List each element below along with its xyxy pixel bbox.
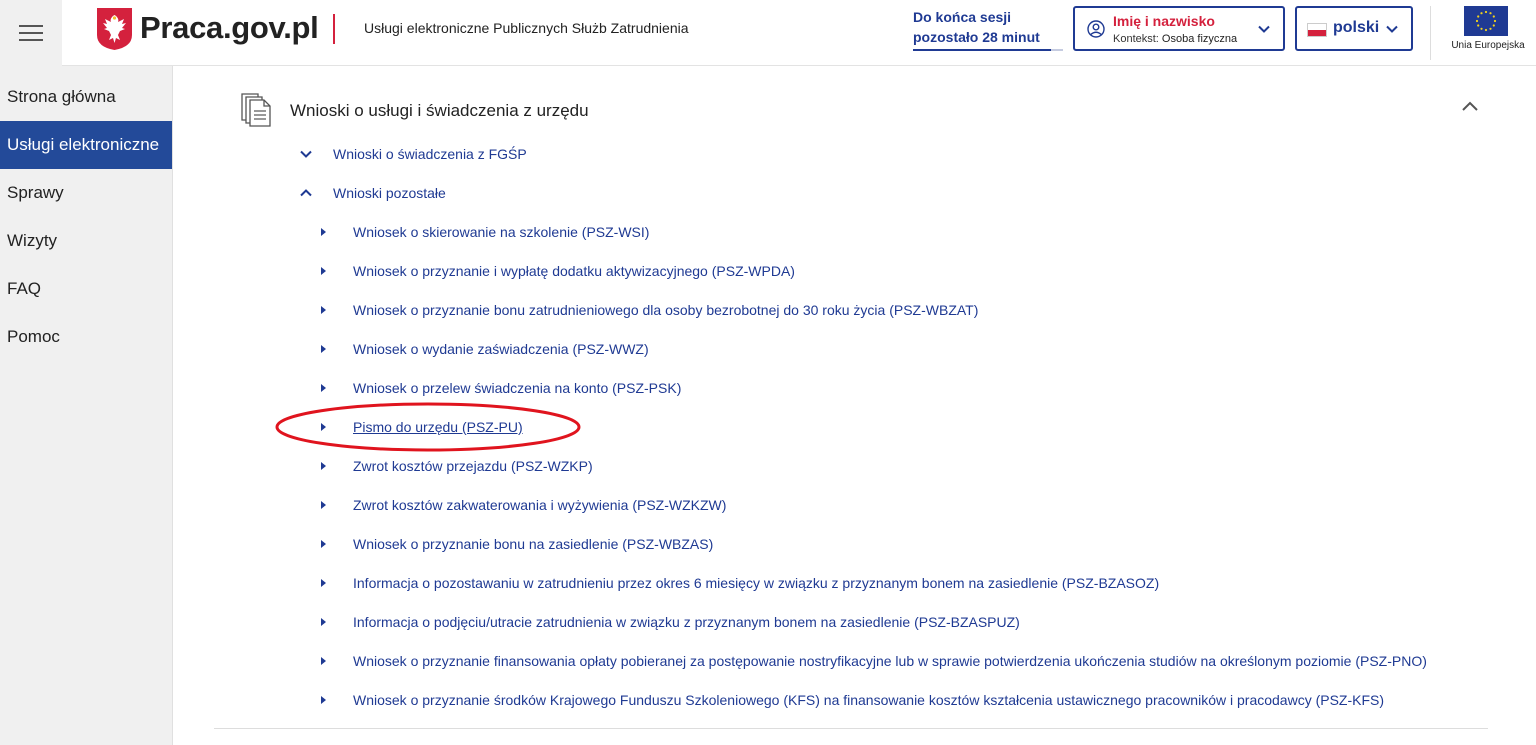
session-progress-bar bbox=[913, 49, 1063, 51]
caret-right-icon bbox=[321, 228, 326, 236]
caret-right-icon bbox=[321, 696, 326, 704]
group-label: Wnioski o świadczenia z FGŚP bbox=[333, 146, 527, 162]
caret-right-icon bbox=[321, 501, 326, 509]
sidebar-item-help[interactable]: Pomoc bbox=[0, 313, 172, 361]
eu-label: Unia Europejska bbox=[1451, 40, 1525, 51]
list-item[interactable]: Wniosek o skierowanie na szkolenie (PSZ-… bbox=[321, 222, 649, 242]
chevron-down-icon bbox=[300, 150, 312, 158]
caret-right-icon bbox=[321, 462, 326, 470]
eu-star bbox=[1480, 12, 1483, 15]
polish-eagle-emblem-icon bbox=[97, 8, 132, 50]
hamburger-icon bbox=[19, 25, 43, 27]
caret-right-icon bbox=[321, 540, 326, 548]
site-logo-text[interactable]: Praca.gov.pl bbox=[140, 10, 319, 46]
caret-right-icon bbox=[321, 579, 326, 587]
user-context: Kontekst: Osoba fizyczna bbox=[1113, 33, 1237, 45]
section-title[interactable]: Wnioski o usługi i świadczenia z urzędu bbox=[290, 101, 589, 121]
menu-toggle-button[interactable] bbox=[0, 0, 62, 66]
caret-right-icon bbox=[321, 657, 326, 665]
top-header: Praca.gov.pl Usługi elektroniczne Public… bbox=[0, 0, 1536, 66]
chevron-down-icon bbox=[1386, 25, 1398, 33]
documents-icon bbox=[241, 93, 271, 127]
eu-star bbox=[1475, 19, 1479, 23]
polish-flag-icon bbox=[1307, 23, 1327, 37]
list-item[interactable]: Zwrot kosztów zakwaterowania i wyżywieni… bbox=[321, 495, 726, 515]
user-name: Imię i nazwisko bbox=[1113, 13, 1215, 29]
list-item[interactable]: Informacja o pozostawaniu w zatrudnieniu… bbox=[321, 573, 1159, 593]
eu-flag-icon bbox=[1464, 6, 1508, 36]
site-tagline: Usługi elektroniczne Publicznych Służb Z… bbox=[364, 20, 689, 36]
list-item[interactable]: Zwrot kosztów przejazdu (PSZ-WZKP) bbox=[321, 456, 593, 476]
sidebar-item-home[interactable]: Strona główna bbox=[0, 73, 172, 121]
session-timer-line1: Do końca sesji bbox=[913, 9, 1012, 25]
main-content: Wnioski o usługi i świadczenia z urzędu … bbox=[174, 66, 1536, 745]
group-label: Wnioski pozostałe bbox=[333, 185, 446, 201]
caret-right-icon bbox=[321, 345, 326, 353]
eu-divider bbox=[1430, 6, 1431, 60]
list-item[interactable]: Wniosek o przyznanie bonu na zasiedlenie… bbox=[321, 534, 713, 554]
eu-star bbox=[1492, 24, 1495, 27]
eu-star bbox=[1484, 10, 1488, 14]
user-context-label: Kontekst: bbox=[1113, 33, 1159, 45]
eu-star bbox=[1489, 27, 1492, 30]
session-timer-line2: pozostało 28 minut bbox=[913, 29, 1040, 45]
user-account-dropdown[interactable]: Imię i nazwisko Kontekst: Osoba fizyczna bbox=[1073, 6, 1285, 51]
caret-right-icon bbox=[321, 423, 326, 431]
list-item[interactable]: Wniosek o przyznanie finansowania opłaty… bbox=[321, 651, 1427, 671]
eu-star bbox=[1477, 15, 1480, 18]
caret-right-icon bbox=[321, 306, 326, 314]
logo-divider bbox=[333, 14, 335, 44]
chevron-up-icon bbox=[300, 189, 312, 197]
user-circle-icon bbox=[1087, 20, 1105, 38]
eu-star bbox=[1492, 15, 1495, 18]
language-selector[interactable]: polski bbox=[1295, 6, 1413, 51]
eu-star bbox=[1489, 12, 1492, 15]
list-item[interactable]: Wniosek o przyznanie środków Krajowego F… bbox=[321, 690, 1384, 710]
list-item[interactable]: Wniosek o wydanie zaświadczenia (PSZ-WWZ… bbox=[321, 339, 649, 359]
eu-star bbox=[1484, 28, 1488, 32]
language-label: polski bbox=[1333, 19, 1380, 36]
user-context-value: Osoba fizyczna bbox=[1161, 33, 1238, 45]
sidebar-nav: Strona główna Usługi elektroniczne Spraw… bbox=[0, 66, 173, 745]
sidebar-item-e-services[interactable]: Usługi elektroniczne bbox=[0, 121, 172, 169]
sidebar-item-faq[interactable]: FAQ bbox=[0, 265, 172, 313]
group-fgsp[interactable]: Wnioski o świadczenia z FGŚP bbox=[298, 144, 527, 164]
sidebar-item-visits[interactable]: Wizyty bbox=[0, 217, 172, 265]
list-item[interactable]: Informacja o podjęciu/utracie zatrudnien… bbox=[321, 612, 1020, 632]
caret-right-icon bbox=[321, 618, 326, 626]
eu-star bbox=[1477, 24, 1480, 27]
list-item[interactable]: Wniosek o przelew świadczenia na konto (… bbox=[321, 378, 681, 398]
list-item[interactable]: Wniosek o przyznanie i wypłatę dodatku a… bbox=[321, 261, 795, 281]
section-divider bbox=[214, 728, 1488, 729]
list-item[interactable]: Wniosek o przyznanie bonu zatrudnieniowe… bbox=[321, 300, 978, 320]
sidebar-item-cases[interactable]: Sprawy bbox=[0, 169, 172, 217]
eu-star bbox=[1480, 27, 1483, 30]
session-timer: Do końca sesji pozostało 28 minut bbox=[913, 7, 1063, 47]
chevron-down-icon bbox=[1258, 25, 1270, 33]
caret-right-icon bbox=[321, 267, 326, 275]
caret-right-icon bbox=[321, 384, 326, 392]
eu-star bbox=[1493, 19, 1497, 23]
chevron-up-icon[interactable] bbox=[1460, 96, 1480, 116]
list-item-highlighted[interactable]: Pismo do urzędu (PSZ-PU) bbox=[321, 417, 523, 437]
group-other[interactable]: Wnioski pozostałe bbox=[298, 183, 446, 203]
